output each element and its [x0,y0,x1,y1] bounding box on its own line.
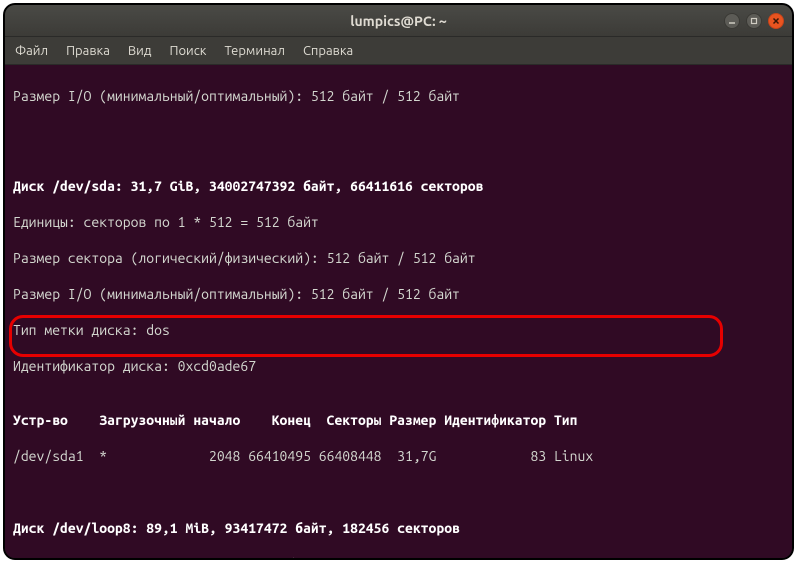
output-line: Размер сектора (логический/физический): … [13,249,784,267]
window-title: lumpics@PC: ~ [350,13,447,29]
window-controls [724,13,784,29]
terminal-output[interactable]: Размер I/O (минимальный/оптимальный): 51… [5,65,792,558]
output-line: Единицы: секторов по 1 * 512 = 512 байт [13,213,784,231]
disk-header-sda: Диск /dev/sda: 31,7 GiB, 34002747392 бай… [13,177,784,195]
partition-table-header: Устр-во Загрузочный начало Конец Секторы… [13,411,784,429]
partition-row: /dev/sda1 * 2048 66410495 66408448 31,7G… [13,447,784,465]
window-frame: lumpics@PC: ~ Файл Правка Вид Поиск Терм… [3,3,794,560]
close-icon [772,17,780,25]
close-button[interactable] [768,13,784,29]
output-line: Размер I/O (минимальный/оптимальный): 51… [13,87,784,105]
menu-file[interactable]: Файл [15,44,48,58]
disk-header-loop8: Диск /dev/loop8: 89,1 MiB, 93417472 байт… [13,519,784,537]
menu-edit[interactable]: Правка [66,44,110,58]
maximize-button[interactable] [746,13,762,29]
menu-terminal[interactable]: Терминал [224,44,284,58]
terminal-window: lumpics@PC: ~ Файл Правка Вид Поиск Терм… [5,5,792,558]
minimize-button[interactable] [724,13,740,29]
output-line: Тип метки диска: dos [13,321,784,339]
output-line: Единицы: секторов по 1 * 512 = 512 байт [13,555,784,558]
menu-view[interactable]: Вид [128,44,152,58]
titlebar: lumpics@PC: ~ [5,5,792,37]
menu-help[interactable]: Справка [303,44,353,58]
output-line: Идентификатор диска: 0xcd0ade67 [13,357,784,375]
maximize-icon [750,17,758,25]
menubar: Файл Правка Вид Поиск Терминал Справка [5,37,792,65]
minimize-icon [728,17,736,25]
menu-search[interactable]: Поиск [169,44,206,58]
output-line: Размер I/O (минимальный/оптимальный): 51… [13,285,784,303]
